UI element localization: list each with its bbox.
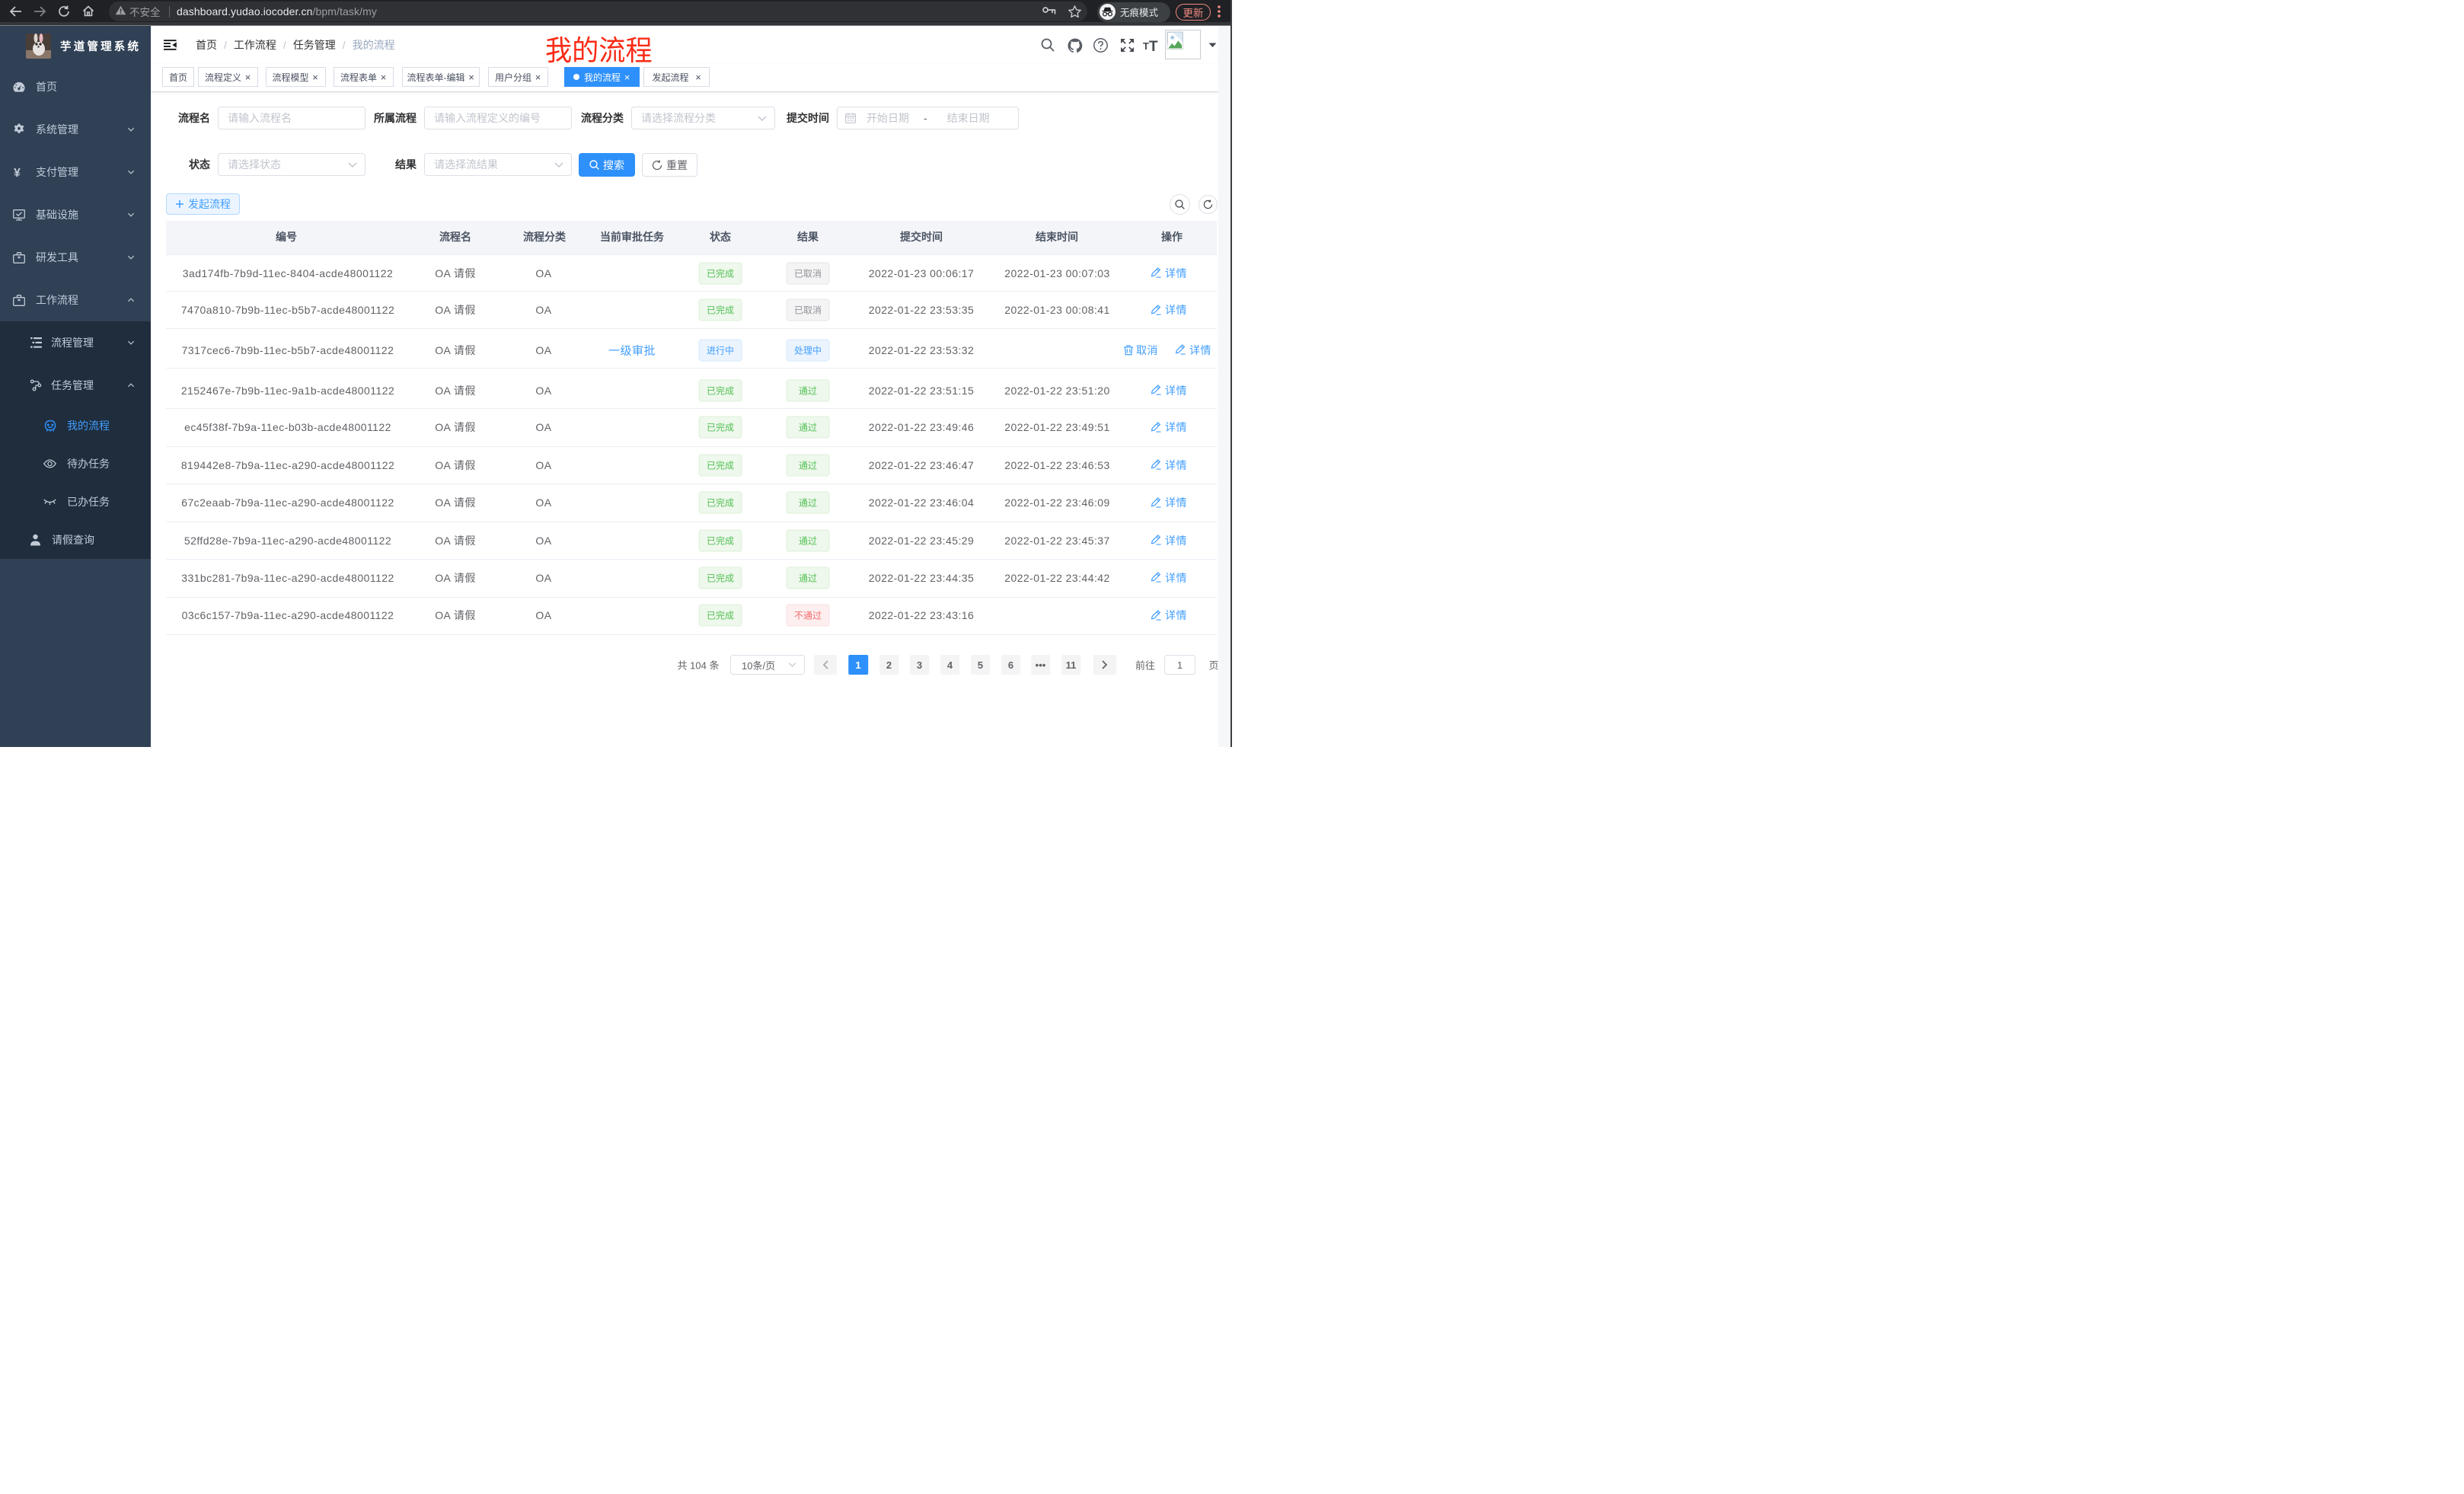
svg-text:¥: ¥ (14, 167, 21, 178)
svg-text:T: T (1143, 40, 1149, 52)
svg-text:T: T (1149, 39, 1158, 52)
